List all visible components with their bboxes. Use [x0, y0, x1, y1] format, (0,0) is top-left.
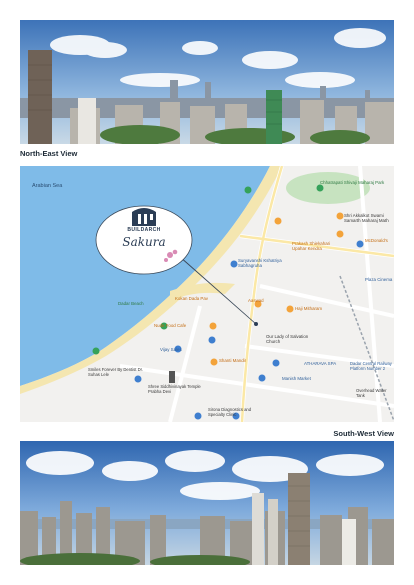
park-area — [286, 172, 370, 204]
map-label-mcdonalds: McDonald's — [365, 238, 388, 243]
south-west-view-photo — [20, 441, 394, 565]
map-label-salvation-church: Our Lady of Salvation Church — [266, 334, 309, 345]
map-label-aaswad: Aaswad — [248, 298, 264, 303]
map-label-overhead-tank: Overhead Water Tank — [356, 388, 387, 398]
temple-icon — [169, 371, 175, 383]
north-east-view-photo — [20, 20, 394, 144]
map-label-plaza-cinema: Plaza Cinema — [365, 277, 393, 282]
project-name: Sakura — [122, 235, 166, 249]
map-label-kokan-dada-pav: Kokan Dada Pav — [175, 296, 208, 301]
map-label-dadar-central: Dadar Central Railway Platform Number 2 — [350, 361, 392, 371]
north-east-view-caption: North-East View — [20, 149, 78, 158]
map-label-shivaji-park: Chhatrapati Shivaji Maharaj Park — [320, 180, 385, 185]
map-label-akkalkot-math: Shri Akkalkot Swami Samarth Maharaj Math — [344, 213, 389, 224]
map-label-siddhivinayak: Shree Siddhivinayak Temple Prabha Devi — [148, 384, 201, 394]
buildarch-logo-icon — [132, 208, 156, 226]
map-label-shanti-mandir: Shanti Mandir — [219, 358, 247, 363]
map-label-nude-food-cafe: Nude Food Cafe — [154, 323, 187, 328]
map-label-prakash: Prakash Shiekahari Upahar Kendra — [292, 241, 331, 252]
map-label-atharava-spa: ATHARAVA SPA — [304, 361, 337, 366]
brand-name: BUILDARCH — [127, 227, 161, 233]
map-label-haji-mitharam: Haji Mitharam — [295, 306, 323, 311]
map-label-smiles-forever: Smiles Forever By Dentist Dr. Suhas Lele — [88, 367, 143, 377]
map-label-suryavanshi: Suryavanshi Kshatriya Sabhagruha — [238, 258, 282, 269]
map-label-dadar-beach: Dadar Beach — [118, 301, 144, 306]
south-west-view-caption: South-West View — [333, 429, 394, 438]
location-map[interactable]: Arabian Sea BUILDARCH Sakura Chhatrapati… — [20, 166, 394, 422]
map-label-sirona: Sirona Diagnostics and Specialty Clinic — [208, 407, 252, 417]
map-label-manish-market: Manish Market — [282, 376, 311, 381]
map-label-arabian-sea: Arabian Sea — [32, 183, 63, 189]
map-label-vijay-sales: Vijay Sales — [160, 347, 182, 352]
